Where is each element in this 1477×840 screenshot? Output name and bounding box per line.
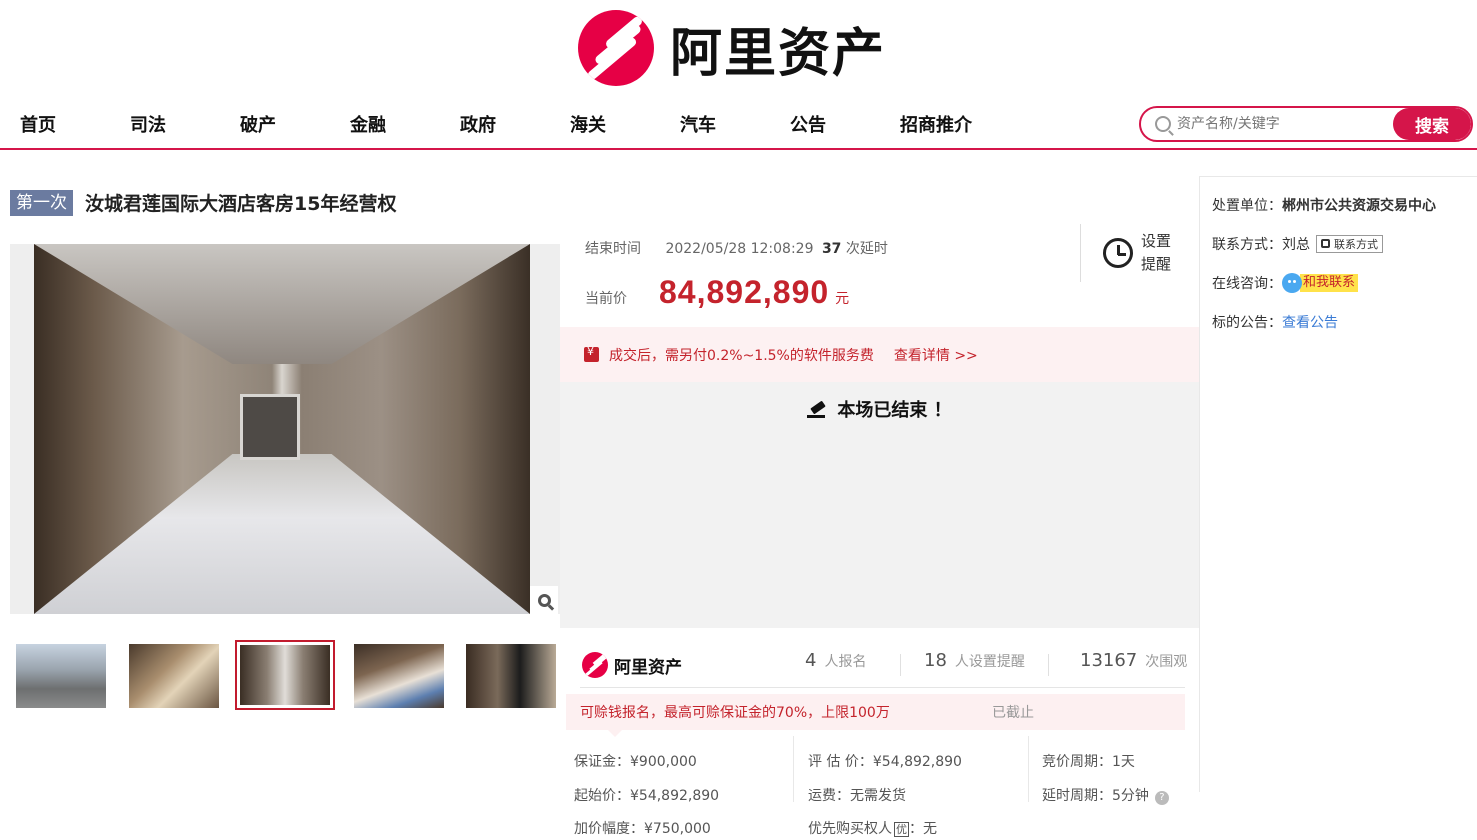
current-price: 84,892,890 — [659, 274, 830, 310]
search-box: 搜索 — [1139, 106, 1473, 142]
nav-home[interactable]: 首页 — [20, 111, 56, 137]
price-unit: 元 — [835, 291, 850, 307]
signup-count: 4 人报名 — [805, 650, 867, 671]
nav-government[interactable]: 政府 — [460, 111, 496, 137]
nav-auto[interactable]: 汽车 — [680, 111, 716, 137]
phone-icon — [1321, 239, 1330, 248]
disposal-unit: 郴州市公共资源交易中心 — [1282, 197, 1436, 214]
service-fee-notice: 成交后，需另付0.2%~1.5%的软件服务费 查看详情 >> — [560, 327, 1199, 382]
bid-period: 竞价周期：1天 — [1042, 754, 1135, 770]
help-icon[interactable]: ? — [1154, 791, 1169, 805]
chat-icon — [1282, 272, 1302, 293]
thumbnail-active[interactable] — [235, 640, 335, 710]
item-title-row: 第一次 汝城君莲国际大酒店客房15年经营权 — [10, 189, 396, 216]
end-time-label: 结束时间 — [585, 241, 641, 257]
brand-small: 阿里资产 — [582, 652, 682, 678]
deposit-credit-notice: 可赊钱报名，最高可赊保证金的70%，上限100万 已截止 — [566, 694, 1185, 730]
view-notice-link[interactable]: 查看公告 — [1282, 312, 1338, 332]
thumbnail-strip — [10, 640, 560, 710]
price-label: 当前价 — [585, 291, 627, 307]
deposit-amount: 保证金：¥900,000 — [574, 754, 697, 770]
gavel-icon — [807, 402, 827, 418]
priority-icon[interactable]: 优 — [894, 822, 909, 837]
thumbnail[interactable] — [16, 644, 106, 708]
brand-logo-icon — [582, 652, 608, 678]
page-title: 汝城君莲国际大酒店客房15年经营权 — [85, 193, 397, 215]
fee-details-link[interactable]: 查看详情 >> — [894, 345, 978, 365]
alarm-clock-icon — [1103, 238, 1133, 268]
view-count: 13167 次围观 — [1080, 650, 1188, 671]
nav-judicial[interactable]: 司法 — [130, 111, 166, 137]
deposit-status: 已截止 — [992, 705, 1034, 721]
fee-text: 成交后，需另付0.2%~1.5%的软件服务费 — [609, 347, 874, 364]
main-content: 第一次 汝城君莲国际大酒店客房15年经营权 结束时间 2022/05/28 12… — [0, 176, 1199, 840]
end-time-row: 结束时间 2022/05/28 12:08:29 37 次延时 — [585, 238, 888, 258]
zoom-icon[interactable] — [530, 586, 558, 614]
bid-increment: 加价幅度：¥750,000 — [574, 821, 711, 837]
nav-notices[interactable]: 公告 — [790, 111, 826, 137]
contact-info-button[interactable]: 联系方式 — [1316, 234, 1383, 253]
reminder-count: 18 人设置提醒 — [924, 650, 1025, 671]
search-input[interactable] — [1177, 109, 1393, 139]
site-logo[interactable]: 阿里资产 — [578, 10, 886, 86]
online-consult-row: 在线咨询： 和我联系 — [1212, 263, 1477, 302]
logo-text: 阿里资产 — [670, 23, 887, 84]
search-button[interactable]: 搜索 — [1393, 108, 1471, 140]
end-time-value: 2022/05/28 12:08:29 — [665, 241, 814, 257]
round-badge: 第一次 — [10, 189, 73, 216]
disposal-unit-row: 处置单位： 郴州市公共资源交易中心 — [1212, 185, 1477, 224]
contact-row: 联系方式： 刘总 联系方式 — [1212, 224, 1477, 263]
shipping-fee: 运费：无需发货 — [808, 788, 906, 804]
thumbnail[interactable] — [129, 644, 219, 708]
notice-row: 标的公告： 查看公告 — [1212, 302, 1477, 341]
seller-sidebar: 处置单位： 郴州市公共资源交易中心 联系方式： 刘总 联系方式 在线咨询： 和我… — [1199, 176, 1477, 792]
price-row: 当前价 84,892,890 元 — [585, 274, 849, 311]
fee-icon — [584, 345, 599, 362]
search-icon — [1155, 116, 1171, 132]
chat-button[interactable]: 和我联系 — [1282, 272, 1359, 293]
delay-count: 37 — [821, 241, 842, 257]
delay-label: 次延时 — [845, 241, 888, 257]
auction-ended-message: 本场已结束 ！ — [560, 396, 1199, 422]
contact-name: 刘总 — [1282, 236, 1310, 253]
nav-bankruptcy[interactable]: 破产 — [240, 111, 276, 137]
auction-ended-panel: 本场已结束 ！ — [560, 382, 1199, 628]
appraisal-price: 评 估 价：¥54,892,890 — [808, 754, 962, 770]
logo-icon — [578, 10, 654, 86]
nav-finance[interactable]: 金融 — [350, 111, 386, 137]
header: 阿里资产 首页 司法 破产 金融 政府 海关 汽车 公告 招商推介 搜索 — [0, 0, 1477, 150]
thumbnail[interactable] — [466, 644, 556, 708]
set-reminder-button[interactable]: 设置提醒 — [1080, 224, 1199, 282]
reminder-label: 设置提醒 — [1141, 232, 1172, 273]
main-photo[interactable] — [10, 244, 560, 614]
nav-investment[interactable]: 招商推介 — [900, 111, 972, 137]
stats-panel: 阿里资产 4 人报名 18 人设置提醒 13167 次围观 可赊钱报名，最高可赊保证金… — [560, 628, 1199, 840]
delay-period: 延时周期：5分钟? — [1042, 785, 1169, 805]
thumbnail[interactable] — [354, 644, 444, 708]
nav-customs[interactable]: 海关 — [570, 111, 606, 137]
start-price: 起始价：¥54,892,890 — [574, 788, 720, 804]
priority-buyer: 优先购买权人优：无 — [808, 821, 937, 837]
main-nav: 首页 司法 破产 金融 政府 海关 汽车 公告 招商推介 — [20, 111, 972, 137]
